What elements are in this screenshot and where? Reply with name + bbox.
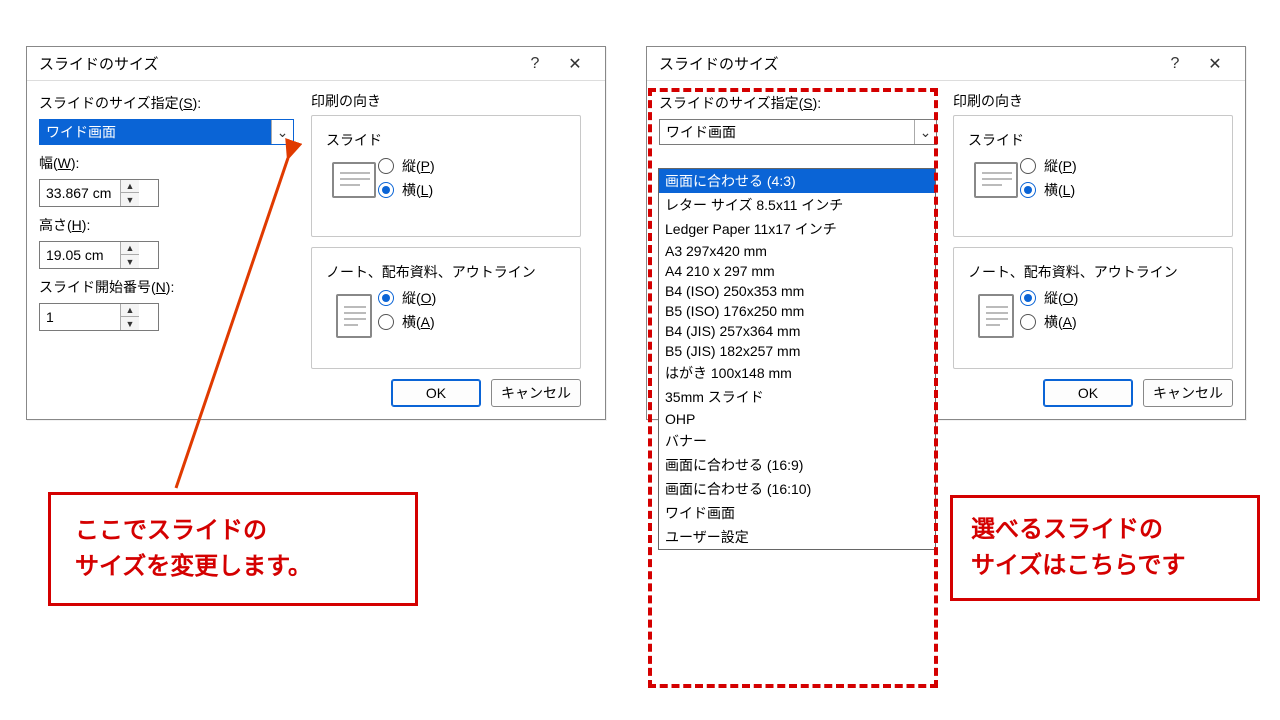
- dropdown-item[interactable]: B5 (JIS) 182x257 mm: [659, 341, 935, 361]
- dropdown-item[interactable]: レター サイズ 8.5x11 インチ: [659, 193, 935, 217]
- slide-portrait-radio[interactable]: 縦(P): [378, 156, 570, 176]
- notes-landscape-radio[interactable]: 横(A): [1020, 312, 1222, 332]
- slide-landscape-radio[interactable]: 横(L): [1020, 180, 1222, 200]
- chevron-down-icon[interactable]: ⌄: [914, 120, 936, 144]
- radio-checked-icon: [1020, 290, 1036, 306]
- radio-checked-icon: [378, 290, 394, 306]
- radio-icon: [1020, 314, 1036, 330]
- notes-group-title: ノート、配布資料、アウトライン: [326, 262, 570, 282]
- size-spec-dropdown-list[interactable]: 画面に合わせる (4:3)レター サイズ 8.5x11 インチLedger Pa…: [658, 168, 936, 550]
- notes-orientation-group: ノート、配布資料、アウトライン 縦(O) 横(A): [311, 247, 581, 369]
- chevron-down-icon[interactable]: ⌄: [271, 120, 293, 144]
- ok-button[interactable]: OK: [391, 379, 481, 407]
- size-spec-combo[interactable]: ワイド画面 ⌄: [39, 119, 294, 145]
- notes-landscape-radio[interactable]: 横(A): [378, 312, 570, 332]
- startnum-value: 1: [40, 309, 120, 325]
- dropdown-item[interactable]: 画面に合わせる (16:9): [659, 453, 935, 477]
- notes-portrait-radio[interactable]: 縦(O): [1020, 288, 1222, 308]
- spin-up-icon[interactable]: ▲: [121, 304, 139, 317]
- page-portrait-icon: [336, 294, 372, 338]
- dropdown-item[interactable]: バナー: [659, 429, 935, 453]
- slide-orientation-group: スライド 縦(P) 横(L): [311, 115, 581, 237]
- size-spec-value: ワイド画面: [660, 122, 914, 142]
- callout-left: ここでスライドの サイズを変更します。: [48, 492, 418, 606]
- titlebar: スライドのサイズ ? ✕: [647, 47, 1245, 81]
- dropdown-item[interactable]: 画面に合わせる (4:3): [659, 169, 935, 193]
- orientation-title: 印刷の向き: [311, 91, 581, 111]
- notes-portrait-radio[interactable]: 縦(O): [378, 288, 570, 308]
- spin-down-icon[interactable]: ▼: [121, 255, 139, 268]
- size-spec-label: スライドのサイズ指定(S):: [659, 93, 941, 113]
- size-spec-combo[interactable]: ワイド画面 ⌄: [659, 119, 937, 145]
- width-label: 幅(W):: [39, 153, 299, 173]
- height-value: 19.05 cm: [40, 247, 120, 263]
- page-landscape-icon: [974, 162, 1018, 198]
- spin-up-icon[interactable]: ▲: [121, 242, 139, 255]
- width-spinner[interactable]: 33.867 cm ▲▼: [39, 179, 159, 207]
- ok-button[interactable]: OK: [1043, 379, 1133, 407]
- slide-portrait-radio[interactable]: 縦(P): [1020, 156, 1222, 176]
- close-button[interactable]: ✕: [1195, 54, 1235, 74]
- dropdown-item[interactable]: A4 210 x 297 mm: [659, 261, 935, 281]
- dropdown-item[interactable]: OHP: [659, 409, 935, 429]
- dropdown-item[interactable]: A3 297x420 mm: [659, 241, 935, 261]
- orientation-title: 印刷の向き: [953, 91, 1233, 111]
- help-button[interactable]: ?: [1155, 55, 1195, 73]
- dropdown-item[interactable]: 35mm スライド: [659, 385, 935, 409]
- radio-icon: [378, 314, 394, 330]
- startnum-spinner[interactable]: 1 ▲▼: [39, 303, 159, 331]
- dropdown-item[interactable]: Ledger Paper 11x17 インチ: [659, 217, 935, 241]
- callout-left-line1: ここでスライドの: [75, 513, 391, 549]
- help-button[interactable]: ?: [515, 55, 555, 73]
- cancel-button[interactable]: キャンセル: [1143, 379, 1233, 407]
- size-spec-value: ワイド画面: [40, 122, 271, 142]
- height-spinner[interactable]: 19.05 cm ▲▼: [39, 241, 159, 269]
- slide-group-title: スライド: [326, 130, 570, 150]
- callout-right-line1: 選べるスライドの: [971, 512, 1239, 548]
- dropdown-item[interactable]: B5 (ISO) 176x250 mm: [659, 301, 935, 321]
- notes-group-title: ノート、配布資料、アウトライン: [968, 262, 1222, 282]
- dropdown-item[interactable]: ワイド画面: [659, 501, 935, 525]
- page-landscape-icon: [332, 162, 376, 198]
- radio-checked-icon: [378, 182, 394, 198]
- startnum-label: スライド開始番号(N):: [39, 277, 299, 297]
- spin-down-icon[interactable]: ▼: [121, 317, 139, 330]
- dropdown-item[interactable]: ユーザー設定: [659, 525, 935, 549]
- notes-orientation-group: ノート、配布資料、アウトライン 縦(O) 横(A): [953, 247, 1233, 369]
- dialog-title: スライドのサイズ: [659, 53, 1155, 74]
- size-spec-label: スライドのサイズ指定(S):: [39, 93, 299, 113]
- slide-group-title: スライド: [968, 130, 1222, 150]
- slide-size-dialog-left: スライドのサイズ ? ✕ スライドのサイズ指定(S): ワイド画面 ⌄ 幅(W)…: [26, 46, 606, 420]
- dialog-title: スライドのサイズ: [39, 53, 515, 74]
- callout-left-line2: サイズを変更します。: [75, 549, 391, 585]
- width-value: 33.867 cm: [40, 185, 120, 201]
- titlebar: スライドのサイズ ? ✕: [27, 47, 605, 81]
- slide-orientation-group: スライド 縦(P) 横(L): [953, 115, 1233, 237]
- dropdown-item[interactable]: B4 (JIS) 257x364 mm: [659, 321, 935, 341]
- cancel-button[interactable]: キャンセル: [491, 379, 581, 407]
- radio-icon: [1020, 158, 1036, 174]
- dropdown-item[interactable]: はがき 100x148 mm: [659, 361, 935, 385]
- dropdown-item[interactable]: 画面に合わせる (16:10): [659, 477, 935, 501]
- callout-right: 選べるスライドの サイズはこちらです: [950, 495, 1260, 601]
- dropdown-item[interactable]: B4 (ISO) 250x353 mm: [659, 281, 935, 301]
- page-portrait-icon: [978, 294, 1014, 338]
- radio-checked-icon: [1020, 182, 1036, 198]
- height-label: 高さ(H):: [39, 215, 299, 235]
- radio-icon: [378, 158, 394, 174]
- close-button[interactable]: ✕: [555, 54, 595, 74]
- callout-right-line2: サイズはこちらです: [971, 548, 1239, 584]
- spin-up-icon[interactable]: ▲: [121, 180, 139, 193]
- slide-landscape-radio[interactable]: 横(L): [378, 180, 570, 200]
- spin-down-icon[interactable]: ▼: [121, 193, 139, 206]
